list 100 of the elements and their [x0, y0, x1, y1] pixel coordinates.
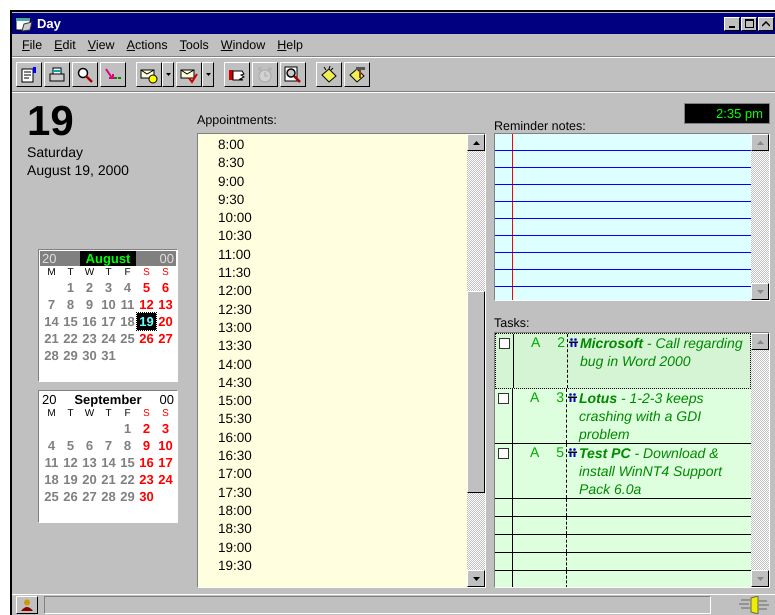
time-slot[interactable]: 19:30 [218, 556, 467, 576]
calendar-day[interactable]: 24 [156, 471, 175, 488]
calendar-day[interactable]: 4 [118, 279, 137, 296]
calendar-day[interactable]: 3 [156, 420, 175, 437]
calendar-day[interactable]: 1 [61, 279, 80, 296]
time-slot[interactable]: 10:00 [218, 209, 467, 228]
calendar-day[interactable]: 6 [156, 279, 175, 296]
calendar-day[interactable]: 18 [118, 313, 137, 330]
calendar-day[interactable]: 8 [61, 296, 80, 313]
time-slot[interactable]: 18:30 [218, 520, 467, 539]
task-row[interactable]: A 5 Test PC - Download & install WinNT4 Support Pack 6.0a [495, 444, 751, 499]
calendar-day[interactable]: 19 [137, 313, 156, 330]
calendar-day[interactable]: 10 [99, 296, 118, 313]
calendar-day[interactable]: 9 [137, 437, 156, 454]
time-slot[interactable]: 17:30 [218, 484, 467, 502]
calendar-day[interactable]: 14 [42, 313, 61, 330]
calendar-day[interactable]: 1 [118, 420, 137, 437]
dropdown-button[interactable] [202, 62, 214, 87]
time-slot[interactable]: 11:30 [218, 264, 467, 282]
note-hammer-button[interactable] [344, 62, 370, 87]
task-row[interactable]: A 3 Lotus - 1-2-3 keeps crashing with a GDI problem [495, 389, 751, 444]
time-slot[interactable]: 18:00 [218, 502, 467, 520]
scroll-up-button[interactable] [751, 333, 769, 350]
calendar-day[interactable]: 25 [118, 330, 137, 347]
calendar-day[interactable]: 15 [118, 454, 137, 471]
calendar-day[interactable]: 21 [99, 471, 118, 488]
calendar-day[interactable]: 23 [80, 330, 99, 347]
calendar-day[interactable]: 25 [42, 488, 61, 505]
calendar-day[interactable]: 27 [80, 488, 99, 505]
calendar-day[interactable]: 28 [42, 347, 61, 364]
menu-item[interactable]: Actions [120, 38, 174, 52]
calendar-day[interactable]: 9 [80, 296, 99, 313]
calendar-day[interactable]: 20 [156, 313, 175, 330]
calendar-day[interactable]: 20 [80, 471, 99, 488]
calendar-day[interactable]: 7 [99, 437, 118, 454]
time-slot[interactable]: 14:00 [218, 356, 467, 374]
time-slot[interactable]: 17:00 [218, 465, 467, 484]
calendar-day[interactable]: 5 [61, 437, 80, 454]
calendar-day[interactable]: 10 [156, 437, 175, 454]
time-slot[interactable]: 8:00 [218, 136, 467, 154]
calendar-day[interactable]: 5 [137, 279, 156, 296]
calendar-day[interactable]: 8 [118, 437, 137, 454]
calendar-day[interactable]: 30 [137, 488, 156, 505]
calendar-day[interactable]: 17 [156, 454, 175, 471]
calendar-day[interactable]: 2 [80, 279, 99, 296]
restore-button[interactable] [758, 16, 774, 30]
calendar-day[interactable]: 7 [42, 296, 61, 313]
calendar-day[interactable]: 17 [99, 313, 118, 330]
time-slot[interactable]: 14:30 [218, 374, 467, 392]
task-checkbox[interactable] [499, 338, 510, 349]
calendar-day[interactable]: 26 [137, 330, 156, 347]
calendar-day[interactable]: 21 [42, 330, 61, 347]
calendar-day[interactable]: 30 [80, 347, 99, 364]
time-slot[interactable]: 19:00 [218, 538, 467, 557]
calendar-day[interactable]: 18 [42, 471, 61, 488]
time-slot[interactable]: 10:30 [218, 227, 467, 246]
calendar-day[interactable]: 29 [61, 347, 80, 364]
calendar-day[interactable]: 3 [99, 279, 118, 296]
minimize-button[interactable] [724, 16, 740, 30]
calendar-day[interactable]: 26 [61, 488, 80, 505]
envelope-check-button[interactable] [176, 62, 202, 87]
scroll-up-button[interactable] [467, 134, 485, 151]
calendar-day[interactable]: 29 [118, 488, 137, 505]
user-button[interactable] [16, 596, 38, 614]
menu-item[interactable]: File [16, 38, 48, 52]
calendar-day[interactable]: 12 [137, 296, 156, 313]
time-slot[interactable]: 11:00 [218, 246, 467, 264]
search-button[interactable] [72, 62, 98, 87]
time-slot[interactable]: 13:00 [218, 318, 467, 338]
printer-button[interactable] [44, 62, 70, 87]
month-title[interactable]: August [80, 251, 136, 266]
time-slot[interactable]: 8:30 [218, 154, 467, 173]
calendar-day[interactable]: 4 [42, 437, 61, 454]
calendar-day[interactable]: 19 [61, 471, 80, 488]
calendar-day[interactable]: 24 [99, 330, 118, 347]
menu-item[interactable]: Window [214, 38, 272, 52]
scroll-down-button[interactable] [751, 570, 769, 587]
calendar-day[interactable]: 22 [118, 471, 137, 488]
properties-button[interactable] [16, 62, 42, 87]
month-title[interactable]: September [74, 392, 142, 407]
menu-item[interactable]: Edit [48, 38, 82, 52]
time-slot[interactable]: 15:30 [218, 410, 467, 429]
maximize-button[interactable] [741, 16, 757, 30]
calendar-day[interactable]: 16 [137, 454, 156, 471]
menu-item[interactable]: Help [271, 38, 309, 52]
calendar-day[interactable]: 16 [80, 313, 99, 330]
task-checkbox[interactable] [498, 448, 509, 459]
calendar-day[interactable]: 12 [61, 454, 80, 471]
calendar-day[interactable]: 22 [61, 330, 80, 347]
time-slot[interactable]: 12:00 [218, 282, 467, 301]
calendar-day[interactable]: 11 [118, 296, 137, 313]
calendar-day[interactable]: 15 [61, 313, 80, 330]
menu-item[interactable]: Tools [174, 38, 215, 52]
menu-item[interactable]: View [82, 38, 121, 52]
calendar-day[interactable]: 13 [80, 454, 99, 471]
time-slot[interactable]: 9:30 [218, 190, 467, 210]
dropdown-button[interactable] [162, 62, 174, 87]
envelope-clock-button[interactable] [136, 62, 162, 87]
calendar-day[interactable]: 6 [80, 437, 99, 454]
zoom-button[interactable] [280, 62, 306, 87]
